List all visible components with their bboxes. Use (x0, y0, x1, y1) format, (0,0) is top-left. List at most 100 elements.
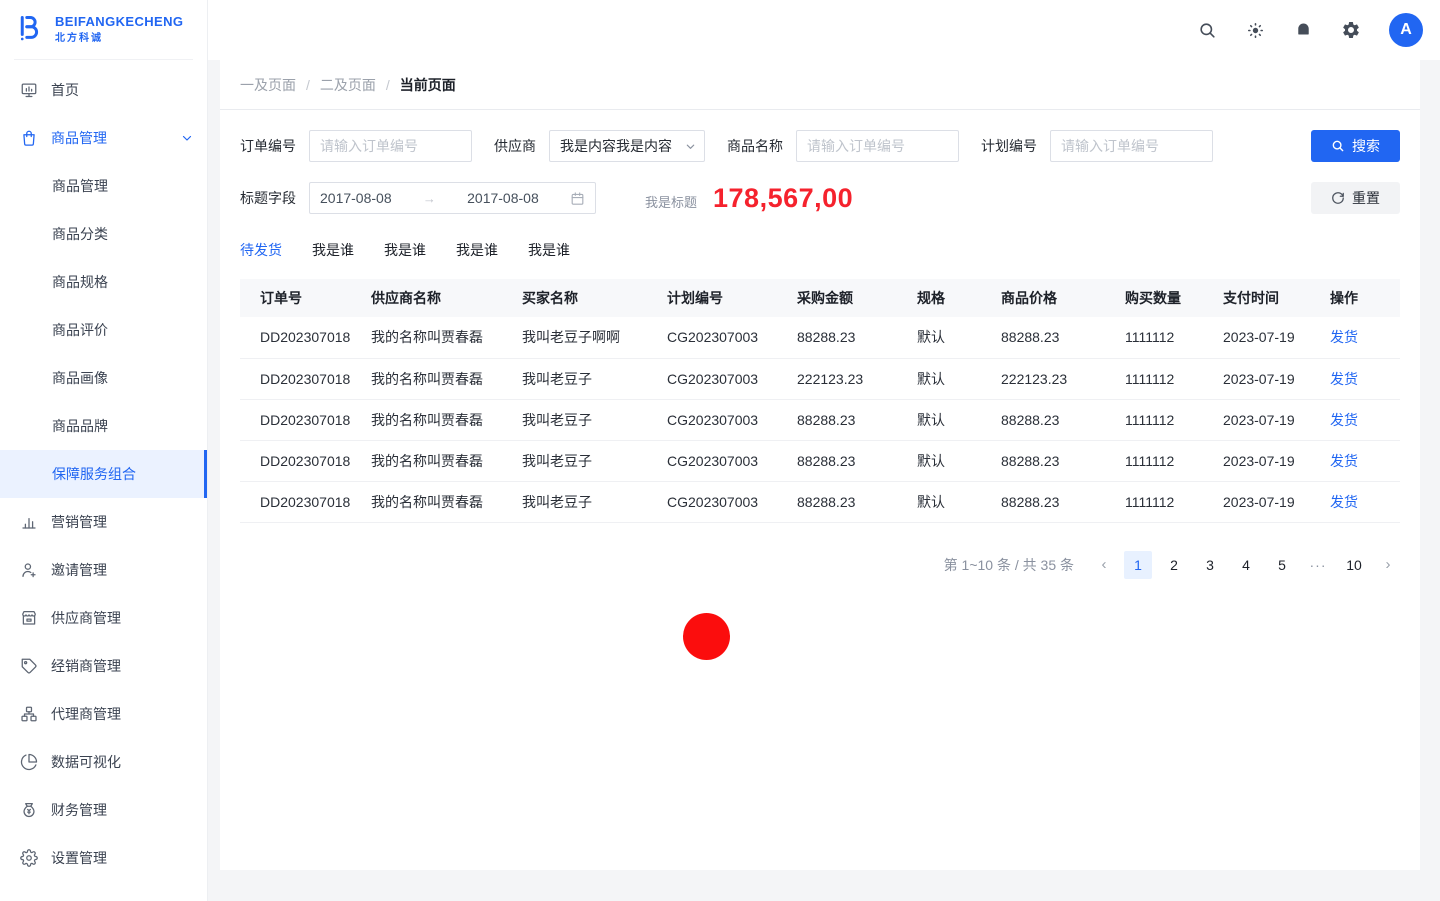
ship-action-link[interactable]: 发货 (1330, 371, 1358, 387)
cell-order-no: DD202307018 (240, 317, 371, 358)
next-page-icon[interactable]: › (1376, 551, 1400, 579)
tag-icon (20, 657, 38, 675)
cell-quantity: 1111112 (1125, 317, 1223, 358)
sidebar-item-label: 代理商管理 (51, 704, 121, 724)
cell-payment-time: 2023-07-19 (1223, 481, 1330, 522)
notification-bell-icon[interactable] (1293, 20, 1313, 40)
cell-buyer-name: 我叫老豆子 (522, 358, 667, 399)
table-row: DD202307018 我的名称叫贾春磊 我叫老豆子 CG202307003 8… (240, 481, 1400, 522)
cell-buyer-name: 我叫老豆子 (522, 399, 667, 440)
top-header: A (208, 0, 1440, 60)
tab-3[interactable]: 我是谁 (384, 240, 426, 260)
sidebar-item-label: 商品品牌 (52, 416, 108, 436)
sidebar-item-invitation[interactable]: 邀请管理 (0, 546, 207, 594)
cell-quantity: 1111112 (1125, 358, 1223, 399)
settings-gear-icon[interactable] (1341, 20, 1361, 40)
cell-quantity: 1111112 (1125, 481, 1223, 522)
chevron-down-icon (181, 132, 193, 144)
page-button-2[interactable]: 2 (1160, 551, 1188, 579)
order-no-input[interactable] (309, 130, 472, 162)
filter-row-1: 订单编号 供应商 我是内容我是内容 商品名称 (240, 130, 1400, 162)
shopping-bag-icon (20, 129, 38, 147)
theme-toggle-sun-icon[interactable] (1245, 20, 1265, 40)
cell-payment-time: 2023-07-19 (1223, 399, 1330, 440)
sidebar-subitem-product-profile[interactable]: 商品画像 (0, 354, 207, 402)
sidebar-subitem-product-spec[interactable]: 商品规格 (0, 258, 207, 306)
sidebar-item-dealer[interactable]: 经销商管理 (0, 642, 207, 690)
cell-order-no: DD202307018 (240, 440, 371, 481)
cell-purchase-amount: 222123.23 (797, 358, 917, 399)
breadcrumb-level-1[interactable]: 一及页面 (240, 75, 296, 95)
gear-icon (20, 849, 38, 867)
sidebar-item-label: 商品分类 (52, 224, 108, 244)
cell-purchase-amount: 88288.23 (797, 481, 917, 522)
breadcrumb: 一及页面 / 二及页面 / 当前页面 (220, 60, 1420, 110)
cell-spec: 默认 (917, 399, 1001, 440)
page-button-1[interactable]: 1 (1124, 551, 1152, 579)
sidebar-item-supplier[interactable]: 供应商管理 (0, 594, 207, 642)
sidebar-subitem-guarantee-service[interactable]: 保障服务组合 (0, 450, 207, 498)
sidebar-item-agent[interactable]: 代理商管理 (0, 690, 207, 738)
start-date-value[interactable]: 2017-08-08 (320, 190, 392, 206)
sidebar-item-data-visualization[interactable]: 数据可视化 (0, 738, 207, 786)
cell-order-no: DD202307018 (240, 399, 371, 440)
sidebar-item-product-management[interactable]: 商品管理 (0, 114, 207, 162)
cell-purchase-amount: 88288.23 (797, 440, 917, 481)
date-range-picker[interactable]: 2017-08-08 → 2017-08-08 (309, 182, 596, 214)
supplier-select[interactable]: 我是内容我是内容 (549, 130, 705, 162)
page-ellipsis[interactable]: ··· (1304, 551, 1332, 579)
tab-5[interactable]: 我是谁 (528, 240, 570, 260)
cell-quantity: 1111112 (1125, 440, 1223, 481)
reset-button[interactable]: 重置 (1311, 182, 1400, 214)
plan-no-input[interactable] (1050, 130, 1213, 162)
cell-product-price: 88288.23 (1001, 399, 1125, 440)
brand-logo[interactable]: BEIFANGKECHENG 北方科诚 (14, 0, 193, 60)
ship-action-link[interactable]: 发货 (1330, 494, 1358, 510)
end-date-value[interactable]: 2017-08-08 (467, 190, 539, 206)
cell-plan-no: CG202307003 (667, 399, 797, 440)
cell-plan-no: CG202307003 (667, 317, 797, 358)
sidebar-item-settings[interactable]: 设置管理 (0, 834, 207, 882)
sidebar-item-label: 商品规格 (52, 272, 108, 292)
sidebar-item-label: 商品管理 (52, 176, 108, 196)
sidebar-item-label: 营销管理 (51, 512, 107, 532)
cell-supplier-name: 我的名称叫贾春磊 (371, 440, 522, 481)
col-quantity: 购买数量 (1125, 279, 1223, 317)
sidebar-subitem-product-mgmt[interactable]: 商品管理 (0, 162, 207, 210)
breadcrumb-level-2[interactable]: 二及页面 (320, 75, 376, 95)
prev-page-icon[interactable]: ‹ (1092, 551, 1116, 579)
sidebar-item-home[interactable]: 首页 (0, 66, 207, 114)
table-row: DD202307018 我的名称叫贾春磊 我叫老豆子 CG202307003 2… (240, 358, 1400, 399)
cell-spec: 默认 (917, 317, 1001, 358)
page-button-4[interactable]: 4 (1232, 551, 1260, 579)
ship-action-link[interactable]: 发货 (1330, 329, 1358, 345)
page-button-5[interactable]: 5 (1268, 551, 1296, 579)
sidebar-item-label: 设置管理 (51, 848, 107, 868)
content-wrapper: 一及页面 / 二及页面 / 当前页面 订单编号 供应商 (208, 60, 1440, 901)
filter-order-no: 订单编号 (240, 130, 472, 162)
cell-supplier-name: 我的名称叫贾春磊 (371, 399, 522, 440)
user-avatar[interactable]: A (1389, 13, 1423, 47)
sidebar-subitem-product-category[interactable]: 商品分类 (0, 210, 207, 258)
tab-pending-shipment[interactable]: 待发货 (240, 240, 282, 260)
col-purchase-amount: 采购金额 (797, 279, 917, 317)
search-button[interactable]: 搜索 (1311, 130, 1400, 162)
page-button-10[interactable]: 10 (1340, 551, 1368, 579)
sidebar-subitem-product-review[interactable]: 商品评价 (0, 306, 207, 354)
search-icon[interactable] (1197, 20, 1217, 40)
ship-action-link[interactable]: 发货 (1330, 412, 1358, 428)
sidebar-item-label: 经销商管理 (51, 656, 121, 676)
product-name-input[interactable] (796, 130, 959, 162)
ship-action-link[interactable]: 发货 (1330, 453, 1358, 469)
cell-payment-time: 2023-07-19 (1223, 440, 1330, 481)
summary-block: 我是标题 178,567,00 (645, 183, 853, 214)
tab-2[interactable]: 我是谁 (312, 240, 354, 260)
page-button-3[interactable]: 3 (1196, 551, 1224, 579)
sidebar-item-finance[interactable]: 财务管理 (0, 786, 207, 834)
tab-4[interactable]: 我是谁 (456, 240, 498, 260)
col-product-price: 商品价格 (1001, 279, 1125, 317)
sidebar-subitem-product-brand[interactable]: 商品品牌 (0, 402, 207, 450)
cell-buyer-name: 我叫老豆子 (522, 481, 667, 522)
sidebar-item-marketing[interactable]: 营销管理 (0, 498, 207, 546)
supplier-select-value: 我是内容我是内容 (560, 136, 672, 156)
